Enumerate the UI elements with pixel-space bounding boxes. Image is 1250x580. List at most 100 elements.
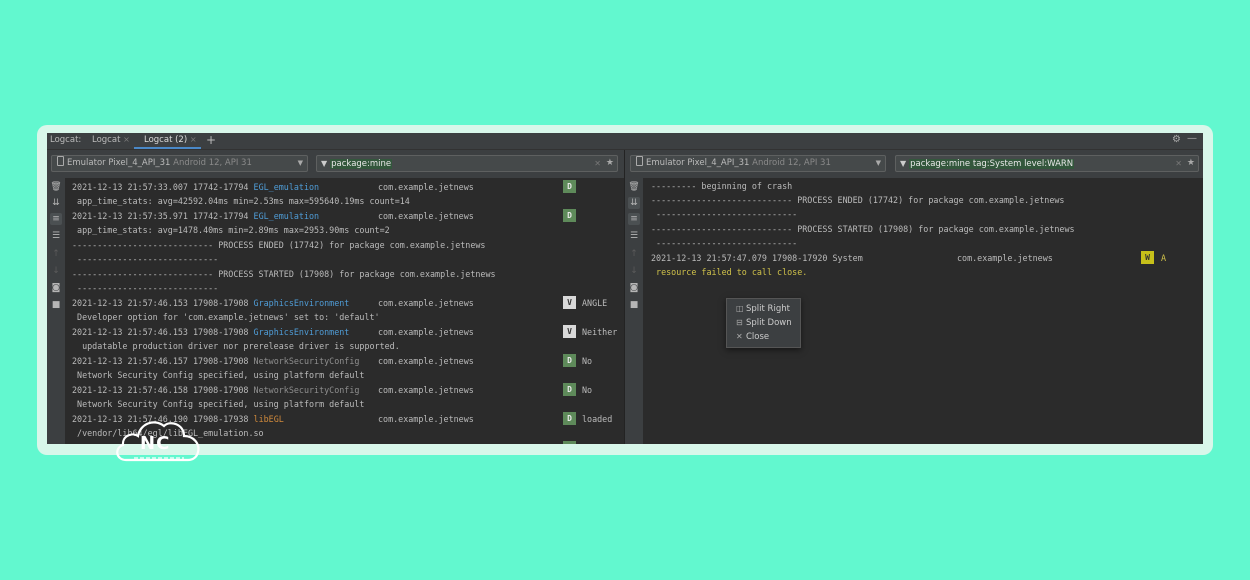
log-package: com.example.jetnews <box>378 298 474 308</box>
log-message: app_time_stats: avg=42592.04ms min=2.53m… <box>72 196 410 206</box>
log-level-badge: D <box>563 383 576 396</box>
left-device-name: Emulator Pixel_4_API_31 <box>67 158 171 168</box>
tab-logcat-label: Logcat <box>92 135 121 145</box>
left-device-selector[interactable]: Emulator Pixel_4_API_31 Android 12, API … <box>51 155 308 172</box>
log-row: 2021-12-13 21:57:33.007 17742-17794 EGL_… <box>72 182 320 192</box>
log-package: com.example.jetnews <box>378 414 474 424</box>
split-context-menu: ◫ Split Right ⊟ Split Down ✕ Close <box>726 298 801 348</box>
arrow-up-icon[interactable]: ↑ <box>628 248 640 260</box>
log-package: com.example.jetnews <box>378 356 474 366</box>
camera-icon[interactable]: ◙ <box>628 282 640 294</box>
tool-window-label: Logcat: <box>50 135 82 145</box>
gear-icon[interactable]: ⚙ <box>1172 134 1181 145</box>
log-message: app_time_stats: avg=1478.40ms min=2.89ms… <box>72 225 390 235</box>
minimize-icon[interactable]: — <box>1187 133 1197 144</box>
arrow-down-icon[interactable]: ↓ <box>628 265 640 277</box>
scroll-to-end-icon[interactable]: ⇊ <box>628 197 640 209</box>
settings-sliders-icon[interactable]: ☰ <box>50 230 62 242</box>
log-message-start: Neither <box>582 327 618 337</box>
left-pane-toolbar: Emulator Pixel_4_API_31 Android 12, API … <box>47 150 624 178</box>
log-package: com.example.jetnews <box>378 327 474 337</box>
log-message-start: No <box>582 356 593 366</box>
star-icon[interactable]: ★ <box>1187 156 1195 171</box>
log-level-badge: V <box>563 325 576 338</box>
log-level-badge: D <box>563 354 576 367</box>
camera-icon[interactable]: ◙ <box>50 282 62 294</box>
log-package: com.example.jetnews <box>378 211 474 221</box>
arrow-down-icon[interactable]: ↓ <box>50 265 62 277</box>
tab-logcat-close-icon[interactable]: × <box>123 135 130 144</box>
left-filter-input[interactable]: ▼ package:mine ✕ ★ <box>316 155 618 172</box>
log-row: 2021-12-13 21:57:46.158 17908-17908 Netw… <box>72 385 360 395</box>
log-message: Developer option for 'com.example.jetnew… <box>72 312 380 322</box>
trash-icon[interactable]: 🗑 <box>628 181 640 193</box>
menu-item-split-right[interactable]: ◫ Split Right <box>736 304 790 314</box>
chevron-down-icon: ▼ <box>875 159 881 167</box>
trash-icon[interactable]: 🗑 <box>50 181 62 193</box>
filter-icon: ▼ <box>321 159 328 168</box>
menu-item-split-down[interactable]: ⊟ Split Down <box>736 318 792 328</box>
log-package: com.example.jetnews <box>378 182 474 192</box>
log-row: 2021-12-13 21:57:35.971 17742-17794 EGL_… <box>72 211 320 221</box>
process-ended-separator: ---------------------------- PROCESS END… <box>651 195 1065 205</box>
filter-icon: ▼ <box>900 159 907 168</box>
watermark-text: NC <box>140 433 171 454</box>
logcat-tab-bar: Logcat: Logcat × Logcat (2) × + ⚙ — <box>47 133 1203 150</box>
split-down-icon: ⊟ <box>736 318 743 327</box>
video-icon[interactable]: ■ <box>628 299 640 311</box>
right-filter-query: package:mine tag:System level:WARN <box>909 159 1075 169</box>
log-level-badge: V <box>563 296 576 309</box>
menu-item-close[interactable]: ✕ Close <box>736 332 769 342</box>
scroll-to-end-icon[interactable]: ⇊ <box>50 197 62 209</box>
logcat-tool-window: Logcat: Logcat × Logcat (2) × + ⚙ — Emul… <box>47 133 1203 444</box>
phone-icon <box>57 156 64 166</box>
tab-logcat-2-label: Logcat (2) <box>144 135 188 145</box>
right-device-selector[interactable]: Emulator Pixel_4_API_31 Android 12, API … <box>630 155 886 172</box>
settings-sliders-icon[interactable]: ☰ <box>628 230 640 242</box>
nc-watermark-logo: NC <box>114 412 204 464</box>
log-message: updatable production driver nor prerelea… <box>72 341 400 351</box>
arrow-up-icon[interactable]: ↑ <box>50 248 62 260</box>
process-started-separator: ---------------------------- PROCESS STA… <box>72 269 496 279</box>
log-row: 2021-12-13 21:57:46.157 17908-17908 Netw… <box>72 356 360 366</box>
tab-logcat[interactable]: Logcat × <box>92 135 130 145</box>
log-message-start: No <box>582 385 593 395</box>
tab-logcat-2[interactable]: Logcat (2) × <box>144 135 197 145</box>
log-message: Network Security Config specified, using… <box>72 399 365 409</box>
right-pane-toolbar: Emulator Pixel_4_API_31 Android 12, API … <box>625 150 1203 178</box>
left-pane-sidebar: 🗑 ⇊ ≡ ☰ ↑ ↓ ◙ ■ <box>47 178 65 444</box>
right-device-detail: Android 12, API 31 <box>752 158 831 168</box>
log-message: resource failed to call close. <box>651 267 808 277</box>
log-package: com.example.jetnews <box>957 253 1053 263</box>
log-row: 2021-12-13 21:57:46.153 17908-17908 Grap… <box>72 298 350 308</box>
separator-line: ---------------------------- <box>651 238 798 248</box>
log-message-start: ANGLE <box>582 298 608 308</box>
crash-header: --------- beginning of crash <box>651 181 793 191</box>
log-message-start: loaded <box>582 414 613 424</box>
separator-line: ---------------------------- <box>651 209 798 219</box>
left-device-detail: Android 12, API 31 <box>173 158 252 168</box>
video-icon[interactable]: ■ <box>50 299 62 311</box>
soft-wrap-icon[interactable]: ≡ <box>628 213 640 225</box>
log-level-badge: D <box>563 209 576 222</box>
log-level-badge <box>563 441 576 444</box>
chevron-down-icon: ▼ <box>297 159 303 167</box>
separator-line: ---------------------------- <box>72 254 219 264</box>
log-row: 2021-12-13 21:57:46.153 17908-17908 Grap… <box>72 327 350 337</box>
close-icon: ✕ <box>736 332 743 341</box>
right-filter-input[interactable]: ▼ package:mine tag:System level:WARN ✕ ★ <box>895 155 1199 172</box>
log-level-badge: W <box>1141 251 1154 264</box>
log-package: com.example.jetnews <box>378 385 474 395</box>
add-tab-button[interactable]: + <box>206 133 216 147</box>
right-device-name: Emulator Pixel_4_API_31 <box>646 158 750 168</box>
process-ended-separator: ---------------------------- PROCESS END… <box>72 240 486 250</box>
left-log-view[interactable]: 2021-12-13 21:57:33.007 17742-17794 EGL_… <box>72 178 622 444</box>
clear-filter-icon[interactable]: ✕ <box>594 156 601 171</box>
split-right-icon: ◫ <box>736 304 744 313</box>
tab-logcat-2-close-icon[interactable]: × <box>190 135 197 144</box>
log-message-start: A <box>1161 253 1167 263</box>
right-pane-sidebar: 🗑 ⇊ ≡ ☰ ↑ ↓ ◙ ■ <box>625 178 643 444</box>
clear-filter-icon[interactable]: ✕ <box>1175 156 1182 171</box>
star-icon[interactable]: ★ <box>606 156 614 171</box>
soft-wrap-icon[interactable]: ≡ <box>50 213 62 225</box>
